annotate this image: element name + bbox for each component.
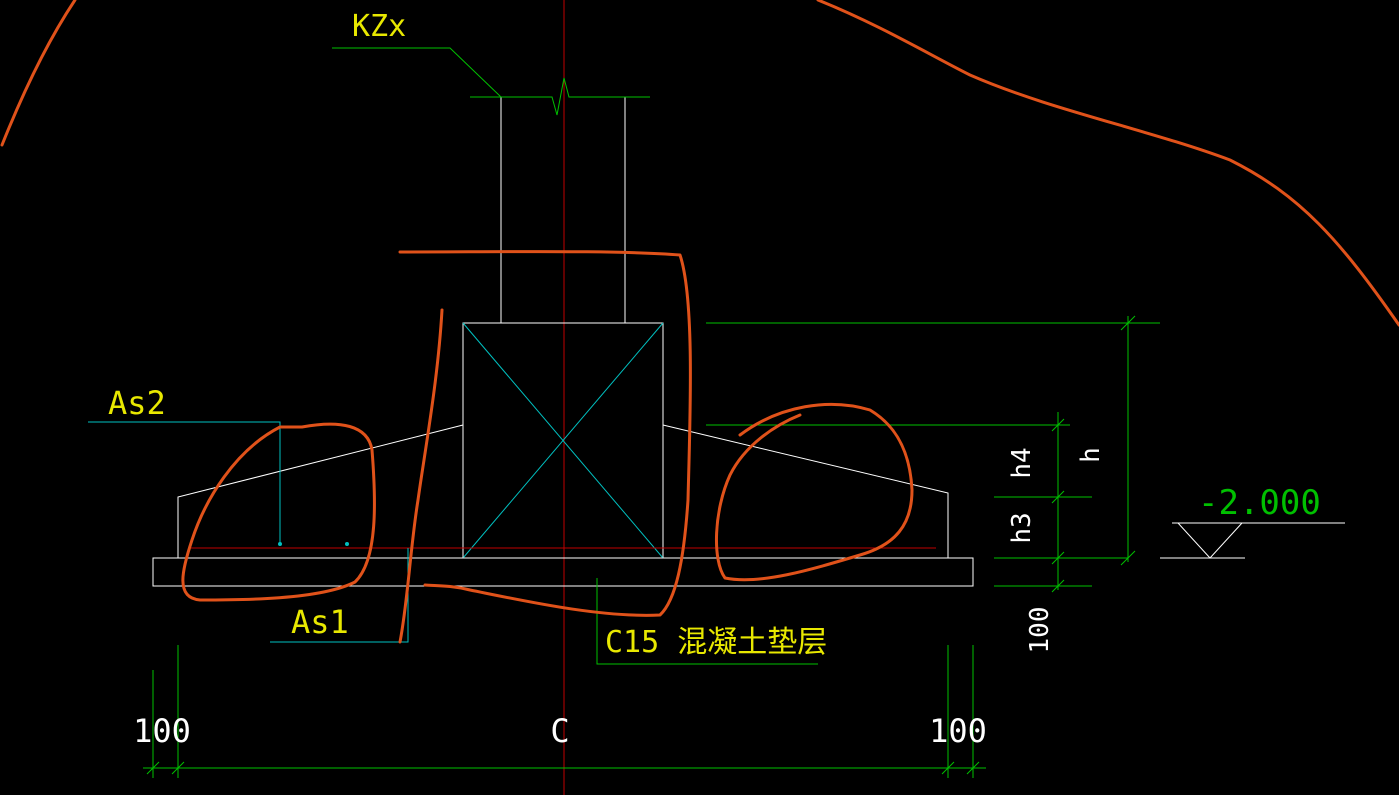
elevation-label: -2.000: [1198, 483, 1321, 523]
rebar-dot: [278, 542, 282, 546]
dim-h4-label: h4: [1007, 447, 1037, 478]
markup-top-left-arc: [0, 0, 77, 147]
column-leader-line: [332, 47, 502, 98]
markup-top-right-arc: [816, 0, 1399, 327]
footing-slope-outline-right: [662, 424, 949, 558]
pedestal-box: [462, 322, 664, 559]
dim-h-label: h: [1076, 447, 1106, 463]
dim-cushion-label: 100: [1025, 607, 1055, 654]
foundation-section-drawing: KZx As2 As1 C15 混凝土垫层 h h4 h3 100 -2.000…: [0, 0, 1399, 795]
column-outline: [500, 97, 626, 323]
dim-h3-label: h3: [1007, 512, 1037, 543]
markup-left-loop: [181, 422, 376, 602]
markup-center-loop: [398, 250, 692, 617]
elevation-symbol: [1160, 522, 1345, 559]
dim-right-label: 100: [929, 712, 987, 750]
markup-strokes: [0, 0, 1399, 644]
markup-vertical-stroke: [398, 308, 444, 644]
cushion-label: C15 混凝土垫层: [605, 625, 827, 660]
column-label: KZx: [352, 9, 406, 44]
as2-label: As2: [108, 384, 166, 422]
cad-drawing-canvas: KZx As2 As1 C15 混凝土垫层 h h4 h3 100 -2.000…: [0, 0, 1399, 795]
as2-leader-line: [88, 421, 281, 543]
markup-right-loop: [714, 402, 914, 582]
dim-left-label: 100: [133, 712, 191, 750]
cushion-layer: [152, 557, 974, 587]
as1-label: As1: [291, 603, 349, 641]
dim-center-label: C: [550, 712, 569, 750]
rebar-dot: [345, 542, 349, 546]
column-break-symbol: [470, 77, 650, 116]
